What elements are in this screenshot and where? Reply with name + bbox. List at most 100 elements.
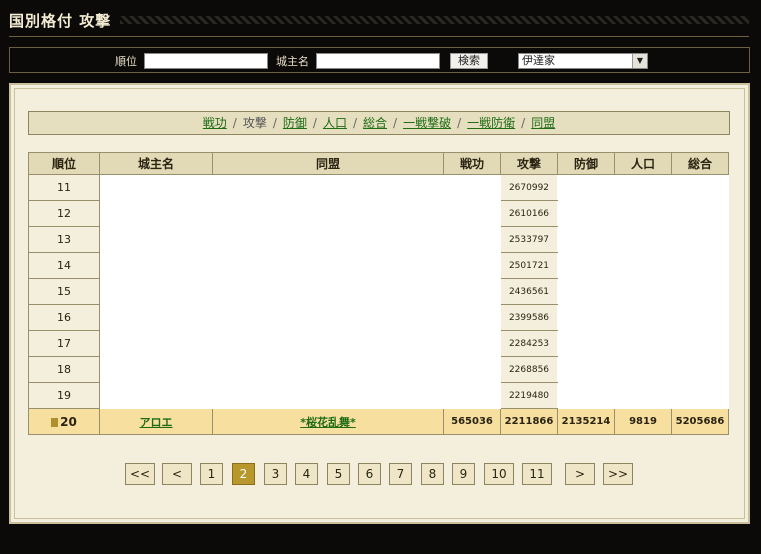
attack-cell: 2268856 (500, 356, 558, 383)
first-page-button[interactable]: << (125, 463, 155, 485)
table-row: 16 2399586 (28, 304, 729, 331)
tab-alliance[interactable]: 同盟 (531, 116, 555, 130)
attack-cell: 2670992 (500, 174, 558, 201)
page-button[interactable]: 7 (389, 463, 412, 485)
tab-separator: / (272, 116, 277, 130)
search-button[interactable]: 検索 (450, 53, 488, 69)
empty-cell (557, 226, 729, 253)
page-button[interactable]: 6 (358, 463, 381, 485)
rank-cell: 15 (28, 278, 100, 305)
table-row: 14 2501721 (28, 252, 729, 279)
header-alliance: 同盟 (212, 152, 444, 175)
attack-cell: 2211866 (500, 408, 558, 435)
empty-cell (557, 252, 729, 279)
empty-cell (99, 226, 501, 253)
tab-separator: / (232, 116, 237, 130)
lord-name-input[interactable] (316, 53, 440, 69)
tab-separator: / (393, 116, 398, 130)
tab-overall[interactable]: 総合 (363, 116, 387, 130)
header-merit: 戦功 (443, 152, 501, 175)
rank-cell: 11 (28, 174, 100, 201)
last-page-button[interactable]: >> (603, 463, 633, 485)
empty-cell (99, 356, 501, 383)
empty-cell (99, 200, 501, 227)
flag-icon (51, 418, 59, 427)
table-row: 19 2219480 (28, 382, 729, 409)
header-defense: 防御 (557, 152, 615, 175)
attack-cell: 2436561 (500, 278, 558, 305)
empty-cell (557, 278, 729, 305)
table-row: 12 2610166 (28, 200, 729, 227)
page-button[interactable]: 4 (295, 463, 318, 485)
merit-cell: 565036 (443, 408, 501, 435)
page-button[interactable]: 3 (264, 463, 287, 485)
empty-cell (99, 278, 501, 305)
page-title: 国別格付 攻撃 (9, 12, 112, 30)
rank-cell: 18 (28, 356, 100, 383)
rank-cell: 13 (28, 226, 100, 253)
ranking-table: 順位 城主名 同盟 戦功 攻撃 防御 人口 総合 11 2670992 12 2… (28, 152, 729, 435)
empty-cell (557, 174, 729, 201)
tab-separator: / (521, 116, 526, 130)
page-button-current[interactable]: 2 (232, 463, 255, 485)
alliance-cell: *桜花乱舞* (212, 408, 444, 435)
defense-cell: 2135214 (557, 408, 615, 435)
empty-cell (99, 174, 501, 201)
rank-cell: 19 (28, 382, 100, 409)
tab-single-battle-attack[interactable]: 一戦撃破 (403, 116, 451, 130)
tab-merit[interactable]: 戦功 (203, 116, 227, 130)
header-lord: 城主名 (99, 152, 213, 175)
rank-cell: 20 (28, 408, 100, 435)
rank-cell: 16 (28, 304, 100, 331)
page-button[interactable]: 5 (327, 463, 350, 485)
empty-cell (557, 382, 729, 409)
empty-cell (99, 304, 501, 331)
search-bar: 順位 城主名 検索 伊達家 ▼ (9, 47, 750, 73)
lord-link[interactable]: アロエ (140, 416, 173, 429)
lord-cell: アロエ (99, 408, 213, 435)
header-population: 人口 (614, 152, 672, 175)
total-cell: 5205686 (671, 408, 729, 435)
page-button[interactable]: 11 (522, 463, 552, 485)
title-bar: 国別格付 攻撃 (0, 0, 761, 38)
empty-cell (557, 200, 729, 227)
page-button[interactable]: 8 (421, 463, 444, 485)
alliance-link[interactable]: *桜花乱舞* (300, 416, 356, 429)
rank-cell: 17 (28, 330, 100, 357)
attack-cell: 2501721 (500, 252, 558, 279)
empty-cell (99, 252, 501, 279)
population-cell: 9819 (614, 408, 672, 435)
table-row: 17 2284253 (28, 330, 729, 357)
attack-cell: 2219480 (500, 382, 558, 409)
empty-cell (557, 304, 729, 331)
header-attack: 攻撃 (500, 152, 558, 175)
attack-cell: 2284253 (500, 330, 558, 357)
prev-page-button[interactable]: < (162, 463, 192, 485)
title-divider (9, 36, 749, 37)
tab-single-battle-defense[interactable]: 一戦防衛 (467, 116, 515, 130)
next-page-button[interactable]: > (565, 463, 595, 485)
table-row: 15 2436561 (28, 278, 729, 305)
table-header-row: 順位 城主名 同盟 戦功 攻撃 防御 人口 総合 (28, 152, 729, 175)
empty-cell (557, 356, 729, 383)
attack-cell: 2610166 (500, 200, 558, 227)
tab-separator: / (457, 116, 462, 130)
current-user-row: 20 アロエ *桜花乱舞* 565036 2211866 2135214 981… (28, 408, 729, 435)
rank-input[interactable] (144, 53, 268, 69)
tab-population[interactable]: 人口 (323, 116, 347, 130)
table-row: 11 2670992 (28, 174, 729, 201)
rank-value: 20 (60, 414, 77, 429)
country-select[interactable]: 伊達家 ▼ (518, 53, 648, 69)
table-row: 18 2268856 (28, 356, 729, 383)
rank-cell: 14 (28, 252, 100, 279)
empty-cell (99, 382, 501, 409)
tab-defense[interactable]: 防御 (283, 116, 307, 130)
header-total: 総合 (671, 152, 729, 175)
page-button[interactable]: 10 (484, 463, 514, 485)
tab-attack: 攻撃 (242, 116, 267, 130)
lord-label: 城主名 (276, 55, 309, 68)
page-button[interactable]: 1 (200, 463, 223, 485)
chevron-down-icon[interactable]: ▼ (632, 54, 647, 68)
page-button[interactable]: 9 (452, 463, 475, 485)
rank-label: 順位 (115, 55, 137, 68)
